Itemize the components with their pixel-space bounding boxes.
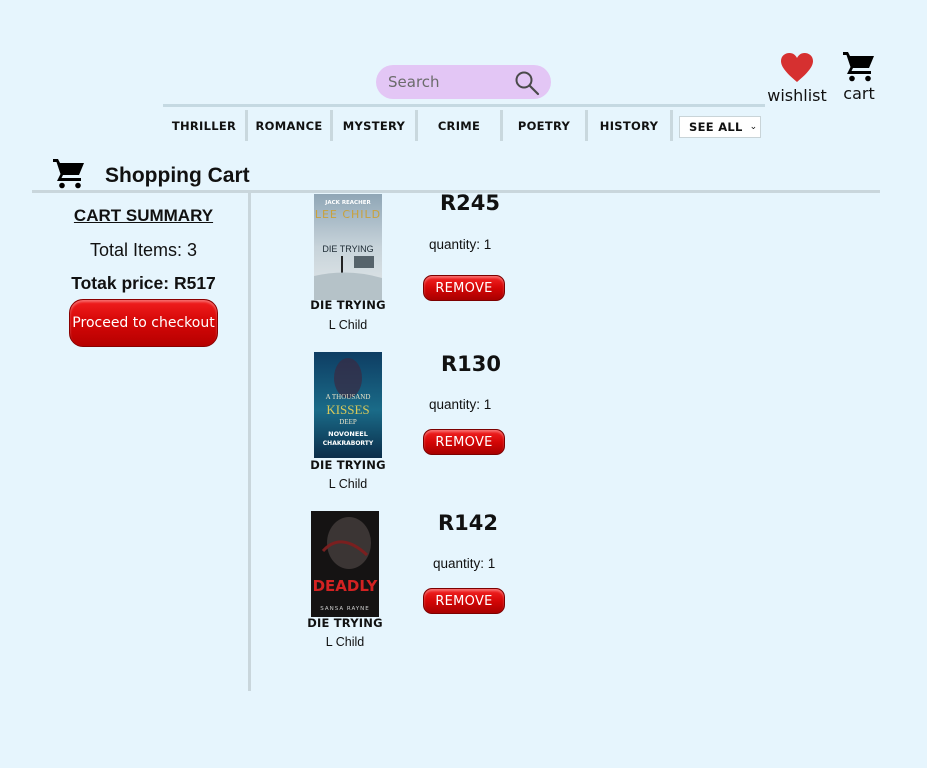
cart-label: cart: [843, 84, 875, 103]
heart-icon: [781, 53, 813, 82]
category-nav: THRILLER ROMANCE MYSTERY CRIME POETRY HI…: [163, 110, 673, 141]
cart-summary: CART SUMMARY Total Items: 3 Totak price:…: [69, 206, 218, 294]
item-quantity: quantity: 1: [429, 397, 492, 412]
page-header: Shopping Cart: [52, 157, 250, 189]
sidebar-divider: [248, 193, 251, 691]
svg-text:KISSES: KISSES: [326, 402, 369, 417]
item-price: R130: [441, 352, 502, 376]
cart-item: A THOUSAND KISSES DEEP NOVONEEL CHAKRABO…: [310, 352, 553, 502]
see-all-label: SEE ALL: [689, 120, 743, 134]
nav-item-thriller[interactable]: THRILLER: [163, 110, 248, 141]
page-title: Shopping Cart: [105, 164, 250, 187]
nav-divider: [163, 104, 765, 107]
book-author: L Child: [325, 635, 365, 649]
svg-text:JACK REACHER: JACK REACHER: [324, 200, 371, 206]
book-cover[interactable]: JACK REACHER LEE CHILD DIE TRYING: [314, 194, 382, 300]
cart-summary-heading: CART SUMMARY: [73, 206, 214, 225]
item-price: R142: [438, 511, 499, 535]
book-author: L Child: [328, 318, 368, 332]
nav-item-history[interactable]: HISTORY: [588, 110, 673, 141]
svg-text:A THOUSAND: A THOUSAND: [326, 393, 371, 401]
book-title: DIE TRYING: [310, 298, 386, 312]
search-input[interactable]: [388, 73, 508, 91]
nav-item-crime[interactable]: CRIME: [418, 110, 503, 141]
cart-item: DEADLY SANSA RAYNE DIE TRYING L Child R1…: [307, 511, 551, 661]
item-quantity: quantity: 1: [433, 556, 496, 571]
nav-item-poetry[interactable]: POETRY: [503, 110, 588, 141]
book-title: DIE TRYING: [307, 616, 383, 630]
cover-image: DEADLY SANSA RAYNE: [311, 511, 379, 617]
wishlist-link[interactable]: wishlist: [766, 52, 828, 105]
svg-text:DEEP: DEEP: [339, 418, 357, 426]
search-icon[interactable]: [514, 70, 540, 96]
book-author: L Child: [328, 477, 368, 491]
svg-text:LEE CHILD: LEE CHILD: [315, 208, 381, 221]
svg-text:DIE TRYING: DIE TRYING: [322, 244, 373, 254]
cover-image: A THOUSAND KISSES DEEP NOVONEEL CHAKRABO…: [314, 352, 382, 458]
search-bar[interactable]: [376, 65, 551, 99]
nav-item-romance[interactable]: ROMANCE: [248, 110, 333, 141]
remove-button[interactable]: REMOVE: [423, 429, 505, 455]
checkout-button[interactable]: Proceed to checkout: [69, 299, 218, 347]
book-cover[interactable]: DEADLY SANSA RAYNE: [311, 511, 379, 617]
total-items: Total Items: 3: [89, 240, 198, 260]
svg-text:CHAKRABORTY: CHAKRABORTY: [323, 440, 374, 447]
wishlist-label: wishlist: [767, 86, 827, 105]
total-price: Totak price: R517: [71, 273, 216, 293]
see-all-dropdown[interactable]: SEE ALL ⌄: [679, 116, 761, 138]
cart-item: JACK REACHER LEE CHILD DIE TRYING DIE TR…: [310, 191, 553, 344]
item-quantity: quantity: 1: [429, 237, 492, 252]
cart-link[interactable]: cart: [836, 50, 882, 103]
svg-text:NOVONEEL: NOVONEEL: [328, 430, 368, 438]
book-title: DIE TRYING: [310, 458, 386, 472]
remove-button[interactable]: REMOVE: [423, 588, 505, 614]
nav-item-mystery[interactable]: MYSTERY: [333, 110, 418, 141]
cart-icon: [53, 159, 84, 189]
chevron-down-icon: ⌄: [749, 122, 758, 132]
remove-button[interactable]: REMOVE: [423, 275, 505, 301]
svg-text:DEADLY: DEADLY: [313, 577, 379, 595]
book-cover[interactable]: A THOUSAND KISSES DEEP NOVONEEL CHAKRABO…: [314, 352, 382, 458]
svg-text:SANSA RAYNE: SANSA RAYNE: [320, 606, 369, 612]
cover-image: JACK REACHER LEE CHILD DIE TRYING: [314, 194, 382, 300]
cart-icon: [843, 52, 874, 82]
item-price: R245: [440, 191, 501, 215]
